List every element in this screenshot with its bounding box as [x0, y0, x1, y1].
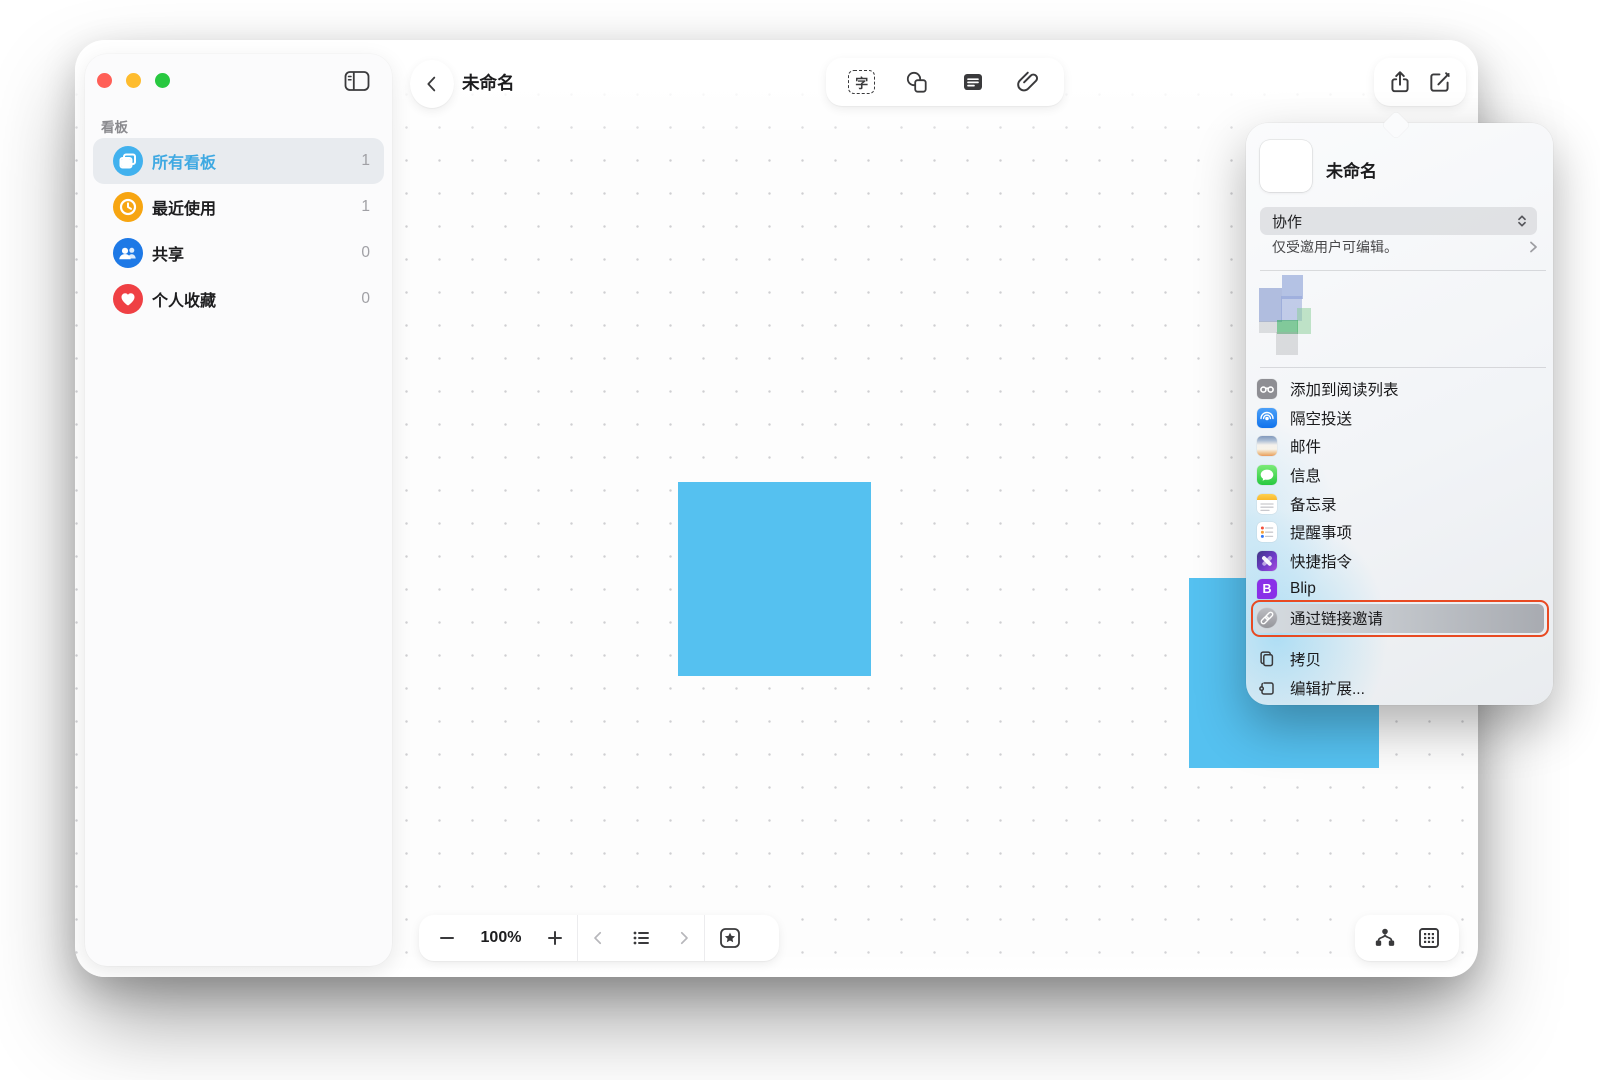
next-board-button[interactable] — [664, 915, 704, 961]
sidebar-item-label: 最近使用 — [152, 195, 361, 219]
sidebar-item-recents[interactable]: 最近使用 1 — [93, 184, 384, 230]
collaboration-label: 协作 — [1272, 211, 1515, 232]
connect-diagram-button[interactable] — [1363, 915, 1407, 961]
shortcuts-icon — [1257, 551, 1277, 571]
text-tool-button[interactable]: 字 — [840, 60, 884, 104]
sidebar-item-label: 个人收藏 — [152, 287, 361, 311]
board-title: 未命名 — [462, 70, 515, 95]
share-button[interactable] — [1380, 60, 1420, 104]
permission-row[interactable]: 仅受邀用户可编辑。 — [1272, 237, 1539, 257]
zoom-toolbar: 100% — [419, 915, 779, 961]
sidebar-item-count: 0 — [361, 290, 370, 308]
tools-toolbar: 字 — [826, 58, 1064, 106]
share-popover: 未命名 协作 仅受邀用户可编辑。 添加到阅读列表 隔空投送 邮件 — [1246, 123, 1553, 705]
minus-icon — [437, 928, 457, 948]
zoom-out-button[interactable] — [425, 915, 469, 961]
sidebar-item-count: 0 — [361, 244, 370, 262]
chevron-right-icon — [675, 929, 693, 947]
permission-text: 仅受邀用户可编辑。 — [1272, 237, 1527, 257]
shapes-icon — [903, 68, 931, 96]
up-down-chevrons-icon — [1515, 213, 1529, 229]
diagram-icon — [1372, 925, 1398, 951]
reading-list-icon — [1257, 379, 1277, 399]
sidebar-item-label: 所有看板 — [152, 149, 361, 173]
menu-item-airdrop[interactable]: 隔空投送 — [1255, 404, 1544, 433]
sidebar-toggle-button[interactable] — [344, 70, 370, 92]
menu-item-messages[interactable]: 信息 — [1255, 461, 1544, 490]
sidebar-item-favorites[interactable]: 个人收藏 0 — [93, 276, 384, 322]
favorites-button[interactable] — [705, 915, 755, 961]
list-icon — [630, 927, 652, 949]
divider — [1260, 270, 1546, 271]
menu-item-blip[interactable]: B Blip — [1255, 575, 1544, 604]
paperclip-icon — [1015, 69, 1041, 95]
share-icon — [1387, 69, 1413, 95]
prev-board-button[interactable] — [578, 915, 618, 961]
chevron-left-icon — [589, 929, 607, 947]
text-tool-icon: 字 — [848, 70, 875, 94]
reminders-icon — [1257, 522, 1277, 542]
mail-icon — [1257, 436, 1277, 456]
zoom-level[interactable]: 100% — [469, 929, 533, 947]
sidebar-list: 所有看板 1 最近使用 1 共享 0 个人收藏 — [93, 138, 384, 322]
menu-item-shortcuts[interactable]: 快捷指令 — [1255, 547, 1544, 576]
people-icon — [113, 238, 143, 268]
view-toolbar — [1355, 915, 1459, 961]
sidebar-header: 看板 — [101, 116, 128, 136]
divider — [1260, 367, 1546, 368]
link-icon — [1257, 608, 1277, 628]
sticky-note-icon — [960, 69, 986, 95]
close-button[interactable] — [97, 73, 112, 88]
airdrop-icon — [1257, 408, 1277, 428]
notes-icon — [1257, 494, 1277, 514]
menu-item-reading-list[interactable]: 添加到阅读列表 — [1255, 375, 1544, 404]
sidebar: 看板 所有看板 1 最近使用 1 共享 0 — [85, 54, 392, 966]
zoom-in-button[interactable] — [533, 915, 577, 961]
boards-icon — [113, 146, 143, 176]
sidebar-item-shared[interactable]: 共享 0 — [93, 230, 384, 276]
grid-view-button[interactable] — [1407, 915, 1451, 961]
back-button[interactable] — [410, 60, 454, 108]
traffic-lights — [97, 73, 170, 88]
chevron-left-icon — [421, 73, 443, 95]
popover-doc-title: 未命名 — [1326, 157, 1377, 182]
chevron-right-icon — [1527, 240, 1539, 254]
board-list-button[interactable] — [618, 915, 664, 961]
shapes-tool-button[interactable] — [895, 60, 939, 104]
copy-icon — [1257, 649, 1277, 669]
plus-icon — [545, 928, 565, 948]
menu-item-edit-extensions[interactable]: 编辑扩展... — [1255, 673, 1544, 702]
messages-icon — [1257, 465, 1277, 485]
heart-icon — [113, 284, 143, 314]
menu-item-notes[interactable]: 备忘录 — [1255, 489, 1544, 518]
canvas-square-1[interactable] — [678, 482, 871, 676]
collaboration-select[interactable]: 协作 — [1260, 207, 1537, 235]
star-box-icon — [717, 925, 743, 951]
note-tool-button[interactable] — [951, 60, 995, 104]
minimize-button[interactable] — [126, 73, 141, 88]
board-thumbnail — [1260, 140, 1312, 192]
grid-icon — [1416, 925, 1442, 951]
share-toolbar — [1374, 58, 1466, 106]
sidebar-item-label: 共享 — [152, 241, 361, 265]
new-board-button[interactable] — [1420, 60, 1460, 104]
sidebar-item-all-boards[interactable]: 所有看板 1 — [93, 138, 384, 184]
compose-icon — [1427, 69, 1453, 95]
clock-icon — [113, 192, 143, 222]
sidebar-item-count: 1 — [361, 152, 370, 170]
attachment-tool-button[interactable] — [1006, 60, 1050, 104]
fullscreen-button[interactable] — [155, 73, 170, 88]
share-menu: 添加到阅读列表 隔空投送 邮件 信息 备忘录 提醒事项 快捷指令 — [1246, 375, 1553, 702]
sidebar-toggle-icon — [344, 70, 370, 92]
menu-item-invite-with-link[interactable]: 通过链接邀请 — [1255, 604, 1544, 633]
menu-item-reminders[interactable]: 提醒事项 — [1255, 518, 1544, 547]
sidebar-item-count: 1 — [361, 198, 370, 216]
menu-item-mail[interactable]: 邮件 — [1255, 432, 1544, 461]
blip-icon: B — [1257, 579, 1277, 599]
menu-item-copy[interactable]: 拷贝 — [1255, 645, 1544, 674]
extensions-icon — [1257, 678, 1277, 698]
